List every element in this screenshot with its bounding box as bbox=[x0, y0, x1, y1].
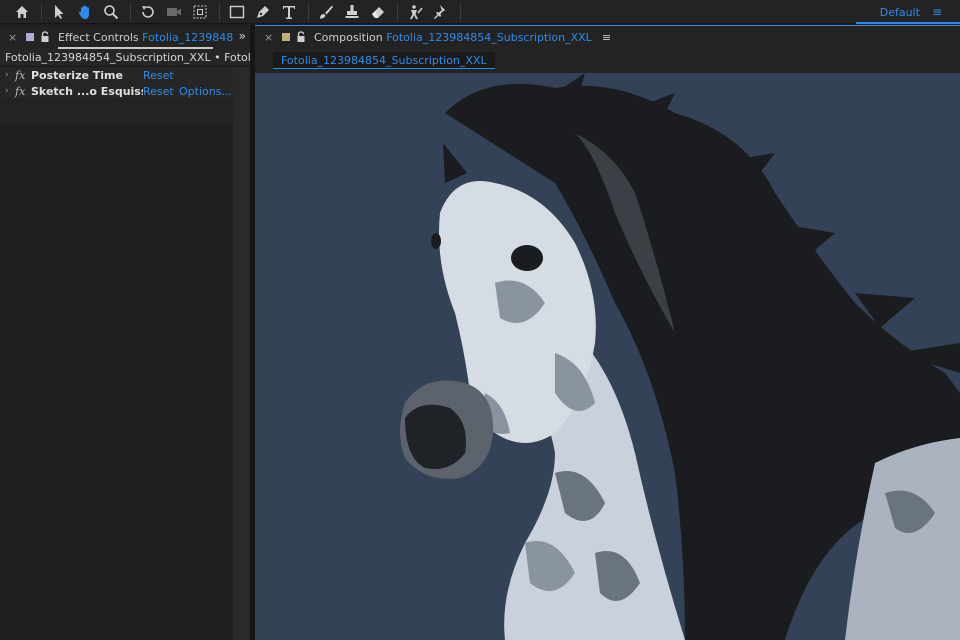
rectangle-tool-icon[interactable] bbox=[225, 0, 249, 24]
pan-behind-tool-icon[interactable] bbox=[188, 0, 212, 24]
composition-tabbar: × Composition Fotolia_123984854_Subscrip… bbox=[255, 25, 960, 49]
vertical-scrollbar[interactable] bbox=[233, 67, 250, 640]
expand-triangle-icon[interactable]: › bbox=[5, 70, 15, 80]
active-tab-underline bbox=[58, 47, 213, 49]
composition-panel: × Composition Fotolia_123984854_Subscrip… bbox=[255, 25, 960, 640]
tab-composition[interactable]: Composition Fotolia_123984854_Subscripti… bbox=[314, 31, 592, 44]
toolbar-separator bbox=[460, 2, 461, 21]
puppet-pin-tool-icon[interactable] bbox=[429, 0, 453, 24]
options-link[interactable]: Options... bbox=[179, 85, 232, 98]
close-icon[interactable]: × bbox=[264, 31, 276, 44]
toolbar-separator bbox=[397, 2, 398, 21]
toolbar-separator bbox=[41, 2, 42, 21]
toolbar-separator bbox=[130, 2, 131, 21]
layer-path-header: Fotolia_123984854_Subscription_XXL • Fot… bbox=[0, 49, 250, 67]
close-icon[interactable]: × bbox=[8, 31, 20, 44]
fx-toggle-icon[interactable]: fx bbox=[15, 69, 31, 82]
reset-link[interactable]: Reset bbox=[143, 85, 179, 98]
clone-stamp-tool-icon[interactable] bbox=[340, 0, 364, 24]
rotate-tool-icon[interactable] bbox=[136, 0, 160, 24]
lock-icon[interactable] bbox=[40, 31, 50, 43]
eraser-tool-icon[interactable] bbox=[366, 0, 390, 24]
reset-link[interactable]: Reset bbox=[143, 69, 179, 82]
camera-tool-icon[interactable] bbox=[162, 0, 186, 24]
effect-name: Posterize Time bbox=[31, 68, 123, 82]
workspace-menu-icon[interactable]: ≡ bbox=[932, 5, 942, 19]
effect-row-sketch[interactable]: › fx Sketch ...o Esquisse Reset Options.… bbox=[0, 83, 233, 99]
effect-name: Sketch ...o Esquisse bbox=[31, 84, 143, 98]
composition-flowchart-tab[interactable]: Fotolia_123984854_Subscription_XXL bbox=[273, 52, 495, 69]
panel-color-swatch bbox=[282, 33, 290, 41]
effect-row-posterize-time[interactable]: › fx Posterize Time Reset bbox=[0, 67, 233, 83]
toolbar-separator bbox=[219, 2, 220, 21]
workspace-switcher[interactable]: Default ≡ bbox=[880, 0, 960, 24]
home-icon[interactable] bbox=[10, 0, 34, 24]
effect-controls-tabbar: × Effect Controls Fotolia_1239848 » bbox=[0, 25, 250, 49]
workspace-label[interactable]: Default bbox=[880, 6, 920, 19]
selection-tool-icon[interactable] bbox=[47, 0, 71, 24]
tab-effect-controls[interactable]: Effect Controls Fotolia_1239848 bbox=[58, 31, 233, 44]
panel-menu-icon[interactable]: ≡ bbox=[602, 31, 611, 44]
zoom-tool-icon[interactable] bbox=[99, 0, 123, 24]
hand-tool-icon[interactable] bbox=[73, 0, 97, 24]
roto-brush-tool-icon[interactable] bbox=[403, 0, 427, 24]
pen-tool-icon[interactable] bbox=[251, 0, 275, 24]
workspace-active-indicator bbox=[856, 22, 960, 24]
lock-icon[interactable] bbox=[296, 31, 306, 43]
brush-tool-icon[interactable] bbox=[314, 0, 338, 24]
tools-toolbar: Default ≡ bbox=[0, 0, 960, 24]
toolbar-separator bbox=[308, 2, 309, 21]
fx-toggle-icon[interactable]: fx bbox=[15, 85, 31, 98]
composition-viewer[interactable] bbox=[255, 73, 960, 640]
effect-controls-body bbox=[0, 126, 233, 640]
effect-controls-panel: × Effect Controls Fotolia_1239848 » Foto… bbox=[0, 25, 250, 640]
panel-overflow-icon[interactable]: » bbox=[239, 29, 246, 43]
horse-posterized-image bbox=[255, 73, 960, 640]
panel-color-swatch bbox=[26, 33, 34, 41]
type-tool-icon[interactable] bbox=[277, 0, 301, 24]
expand-triangle-icon[interactable]: › bbox=[5, 86, 15, 96]
